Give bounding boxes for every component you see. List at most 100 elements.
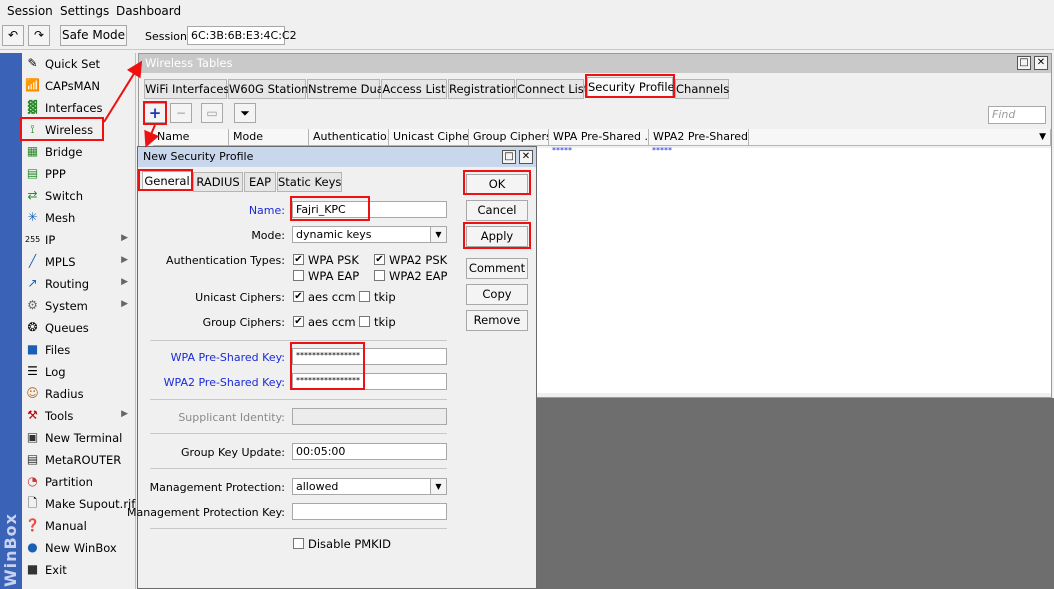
sidebar-item-wireless[interactable]: ⟟ Wireless: [22, 119, 136, 141]
comment-button[interactable]: Comment: [466, 258, 528, 279]
sidebar-item-label: Bridge: [45, 145, 83, 159]
column-header-wpa2-psk[interactable]: WPA2 Pre-Shared...: [649, 129, 749, 146]
table-cell-wpa-psk: *****: [552, 146, 572, 155]
tab-security-profiles[interactable]: Security Profiles: [587, 77, 681, 97]
tab-w60g-station[interactable]: W60G Station: [228, 79, 308, 99]
tab-radius[interactable]: RADIUS: [193, 172, 243, 192]
dialog-restore-button[interactable]: □: [502, 150, 516, 164]
management-protection-key-field[interactable]: [292, 503, 447, 520]
tab-eap[interactable]: EAP: [244, 172, 276, 192]
column-header-group-ciphers[interactable]: Group Ciphers: [469, 129, 549, 146]
filter-button[interactable]: ⏷: [234, 103, 256, 123]
remove-button[interactable]: Remove: [466, 310, 528, 331]
supplicant-identity-field[interactable]: [292, 408, 447, 425]
tab-connect-list[interactable]: Connect List: [516, 79, 588, 99]
disable-pmkid-checkbox[interactable]: [293, 538, 304, 549]
sidebar-item-metarouter[interactable]: ▤ MetaROUTER: [22, 449, 136, 471]
wpa-psk-key-field[interactable]: ****************: [292, 348, 447, 365]
sidebar-item-log[interactable]: ☰ Log: [22, 361, 136, 383]
sidebar-item-label: Tools: [45, 409, 74, 423]
sidebar-item-switch[interactable]: ⇄ Switch: [22, 185, 136, 207]
group-tkip-checkbox[interactable]: [359, 316, 370, 327]
sidebar-item-mpls[interactable]: ╱ MPLS ▶: [22, 251, 136, 273]
sidebar-item-radius[interactable]: ☺ Radius: [22, 383, 136, 405]
sidebar-item-files[interactable]: ■ Files: [22, 339, 136, 361]
wpa-psk-checkbox[interactable]: ✔: [293, 254, 304, 265]
sidebar-item-bridge[interactable]: ▦ Bridge: [22, 141, 136, 163]
wpa2-psk-checkbox[interactable]: ✔: [374, 254, 385, 265]
tab-registration[interactable]: Registration: [448, 79, 518, 99]
session-field[interactable]: 6C:3B:6B:E3:4C:C2: [187, 26, 297, 45]
safe-mode-button[interactable]: Safe Mode: [60, 25, 127, 46]
unicast-aes-ccm-label: aes ccm: [308, 290, 356, 304]
wpa-eap-checkbox[interactable]: [293, 270, 304, 281]
menu-settings[interactable]: Settings: [60, 4, 109, 18]
sidebar-item-new-winbox[interactable]: ● New WinBox: [22, 537, 136, 559]
sidebar-item-system[interactable]: ⚙ System ▶: [22, 295, 136, 317]
cancel-button[interactable]: Cancel: [466, 200, 528, 221]
sidebar-item-exit[interactable]: ■ Exit: [22, 559, 136, 581]
sidebar: ✎ Quick Set 📶 CAPsMAN ▓ Interfaces ⟟ Wir…: [22, 53, 136, 589]
tab-channels[interactable]: Channels: [675, 79, 729, 99]
remove-button[interactable]: −: [170, 103, 192, 123]
tab-nstreme-dual[interactable]: Nstreme Dual: [307, 79, 387, 99]
chevron-down-icon: ▼: [430, 227, 446, 242]
copy-button[interactable]: Copy: [466, 284, 528, 305]
management-protection-select[interactable]: allowed ▼: [292, 478, 447, 495]
sidebar-item-tools[interactable]: ⚒ Tools ▶: [22, 405, 136, 427]
routing-icon: ↗: [27, 276, 38, 290]
close-button[interactable]: ✕: [1034, 56, 1048, 70]
restore-button[interactable]: □: [1017, 56, 1031, 70]
column-header-filler: ▼: [749, 129, 1051, 146]
sidebar-item-label: MetaROUTER: [45, 453, 122, 467]
undo-button[interactable]: ↶: [2, 25, 24, 46]
column-header-wpa-psk[interactable]: WPA Pre-Shared ...: [549, 129, 649, 146]
metarouter-icon: ▤: [26, 452, 39, 466]
sidebar-item-queues[interactable]: ❂ Queues: [22, 317, 136, 339]
sidebar-item-make-supout[interactable]: 🗋 Make Supout.rif: [22, 493, 136, 515]
comment-button[interactable]: ▭: [201, 103, 223, 123]
sidebar-item-ppp[interactable]: ▤ PPP: [22, 163, 136, 185]
apply-button[interactable]: Apply: [466, 226, 528, 247]
session-label: Session:: [145, 30, 191, 43]
sidebar-item-routing[interactable]: ↗ Routing ▶: [22, 273, 136, 295]
ok-button[interactable]: OK: [466, 174, 528, 195]
sidebar-item-label: Files: [45, 343, 71, 357]
find-input[interactable]: Find: [988, 106, 1046, 124]
mode-select[interactable]: dynamic keys ▼: [292, 226, 447, 243]
unicast-tkip-checkbox[interactable]: [359, 291, 370, 302]
dialog-close-button[interactable]: ✕: [519, 150, 533, 164]
sidebar-item-capsman[interactable]: 📶 CAPsMAN: [22, 75, 136, 97]
column-header-authentication[interactable]: Authenticatio...: [309, 129, 389, 146]
tab-access-list[interactable]: Access List: [381, 79, 447, 99]
separator: [150, 433, 447, 434]
sidebar-item-manual[interactable]: ❓ Manual: [22, 515, 136, 537]
sidebar-item-ip[interactable]: 255 IP ▶: [22, 229, 136, 251]
sidebar-item-new-terminal[interactable]: ▣ New Terminal: [22, 427, 136, 449]
tab-general[interactable]: General: [142, 171, 192, 191]
column-header-mode[interactable]: Mode: [229, 129, 309, 146]
sidebar-item-quick-set[interactable]: ✎ Quick Set: [22, 53, 136, 75]
column-header-name[interactable]: Name: [153, 129, 229, 146]
wpa2-eap-checkbox[interactable]: [374, 270, 385, 281]
unicast-tkip-label: tkip: [374, 290, 396, 304]
management-protection-key-label: Management Protection Key:: [127, 506, 285, 519]
tab-wifi-interfaces[interactable]: WiFi Interfaces: [144, 79, 229, 99]
unicast-aes-ccm-checkbox[interactable]: ✔: [293, 291, 304, 302]
group-key-update-field[interactable]: 00:05:00: [292, 443, 447, 460]
redo-button[interactable]: ↷: [28, 25, 50, 46]
sidebar-item-label: Queues: [45, 321, 89, 335]
name-field[interactable]: Fajri_KPC: [292, 201, 447, 218]
tab-static-keys[interactable]: Static Keys: [277, 172, 342, 192]
profile-list[interactable]: [537, 148, 1051, 393]
wpa2-psk-key-field[interactable]: ****************: [292, 373, 447, 390]
sidebar-item-interfaces[interactable]: ▓ Interfaces: [22, 97, 136, 119]
group-aes-ccm-checkbox[interactable]: ✔: [293, 316, 304, 327]
sidebar-item-partition[interactable]: ◔ Partition: [22, 471, 136, 493]
add-button[interactable]: +: [144, 103, 166, 123]
queues-icon: ❂: [27, 320, 38, 334]
sidebar-item-mesh[interactable]: ✳ Mesh: [22, 207, 136, 229]
menu-session[interactable]: Session: [7, 4, 53, 18]
column-header-unicast-ciphers[interactable]: Unicast Ciphers: [389, 129, 469, 146]
menu-dashboard[interactable]: Dashboard: [116, 4, 181, 18]
